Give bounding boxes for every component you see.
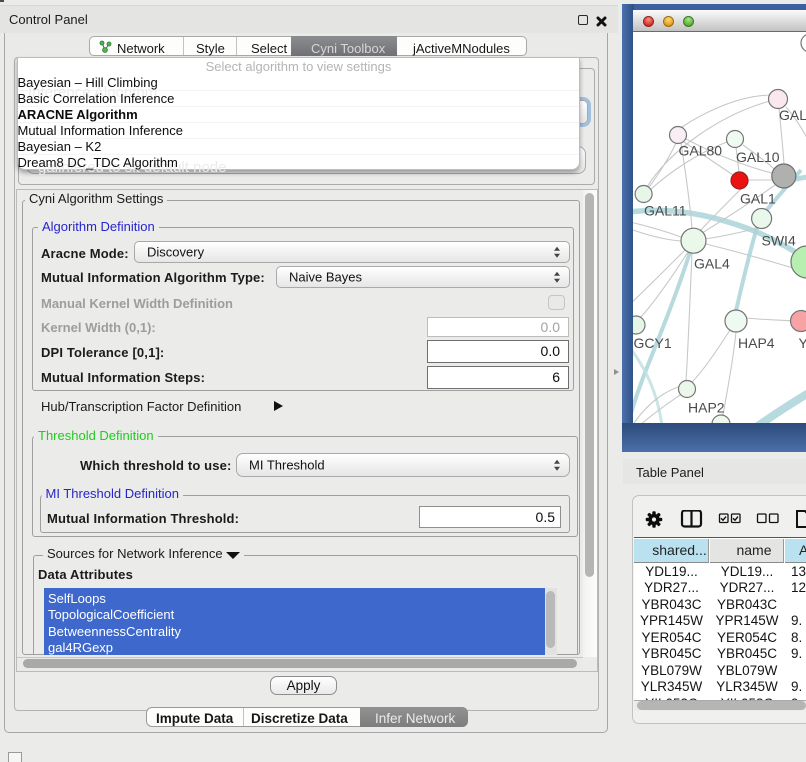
svg-text:GAL11: GAL11 bbox=[644, 203, 687, 219]
svg-text:GAL4: GAL4 bbox=[694, 256, 730, 272]
svg-text:GCY1: GCY1 bbox=[634, 335, 672, 351]
svg-text:SWI4: SWI4 bbox=[762, 233, 796, 249]
svg-text:GAL7: GAL7 bbox=[779, 107, 806, 123]
svg-text:GAL1: GAL1 bbox=[740, 191, 776, 207]
svg-text:Y: Y bbox=[799, 335, 806, 351]
svg-text:GAL10: GAL10 bbox=[736, 149, 780, 165]
svg-text:HAP4: HAP4 bbox=[738, 335, 775, 351]
svg-text:GAL80: GAL80 bbox=[679, 143, 723, 159]
svg-text:HAP2: HAP2 bbox=[688, 400, 725, 416]
